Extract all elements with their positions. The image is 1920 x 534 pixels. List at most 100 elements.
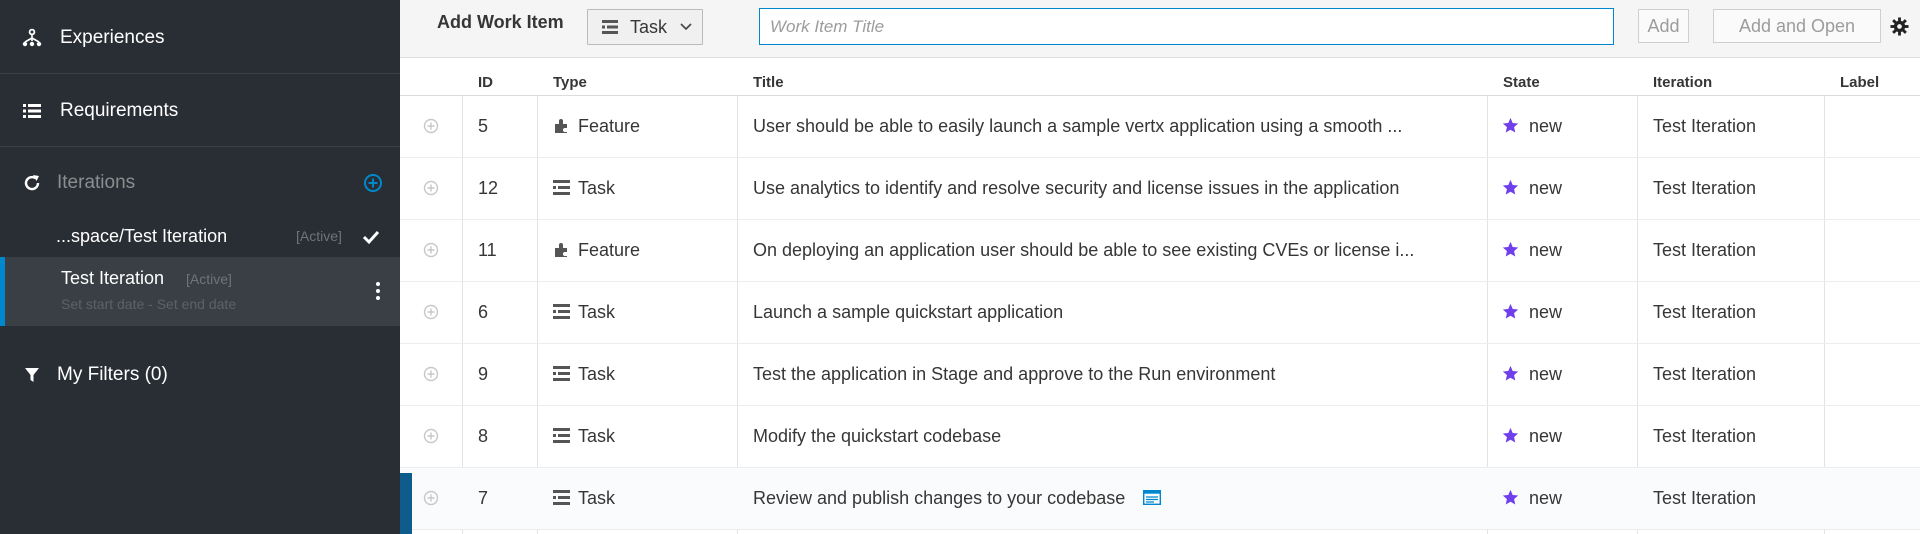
header-id[interactable]: ID xyxy=(478,74,493,91)
cell-iteration: Test Iteration xyxy=(1653,240,1757,260)
sidebar-item-experiences[interactable]: Experiences xyxy=(0,2,400,74)
star-icon xyxy=(1502,241,1519,257)
expand-row-icon[interactable] xyxy=(423,242,439,258)
cell-iteration: Test Iteration xyxy=(1653,302,1757,322)
cell-state: new xyxy=(1529,240,1563,260)
puzzle-icon xyxy=(555,243,567,257)
expand-row-icon[interactable] xyxy=(423,490,439,506)
sidebar-resize-handle[interactable] xyxy=(400,473,412,534)
cell-iteration: Test Iteration xyxy=(1653,178,1757,198)
sidebar-item-label: Requirements xyxy=(60,99,179,121)
sidebar: Experiences Requirements Iterations ...s… xyxy=(0,0,400,534)
cell-iteration: Test Iteration xyxy=(1653,116,1757,136)
sidebar-item-label: Iterations xyxy=(57,172,136,193)
cell-id: 5 xyxy=(478,116,489,136)
sidebar-item-label: My Filters (0) xyxy=(57,364,168,385)
cell-id: 9 xyxy=(478,364,489,384)
star-icon xyxy=(1502,489,1519,505)
star-icon xyxy=(1502,179,1519,195)
main-content: Add Work Item Task Add Add and Open xyxy=(400,0,1920,534)
iteration-row-selected[interactable]: Test Iteration [Active] Set start date -… xyxy=(0,257,400,326)
cell-type: Task xyxy=(578,364,616,384)
expand-row-icon[interactable] xyxy=(423,118,439,134)
cell-title[interactable]: Launch a sample quickstart application xyxy=(753,302,1063,323)
cell-title[interactable]: On deploying an application user should … xyxy=(753,240,1414,261)
cell-id: 11 xyxy=(478,240,497,260)
table-row[interactable]: 12 Task Use analytics to identify and reso… xyxy=(400,158,1920,220)
table-row[interactable]: 9 Task Test the application in Stage and a… xyxy=(400,344,1920,406)
toolbar-title: Add Work Item xyxy=(437,12,564,32)
header-type[interactable]: Type xyxy=(553,74,587,91)
expand-row-icon[interactable] xyxy=(423,180,439,196)
header-iteration[interactable]: Iteration xyxy=(1653,74,1712,91)
star-icon xyxy=(1502,427,1519,443)
task-icon xyxy=(553,490,570,505)
description-icon[interactable] xyxy=(1143,490,1161,505)
star-icon xyxy=(1502,365,1519,381)
puzzle-icon xyxy=(555,119,567,133)
task-icon xyxy=(553,180,570,195)
dropdown-value: Task xyxy=(630,17,668,37)
star-icon xyxy=(1502,303,1519,319)
expand-row-icon[interactable] xyxy=(423,366,439,382)
sitemap-icon xyxy=(22,28,42,46)
table-row[interactable]: 5 Feature User should be able to easily la… xyxy=(400,96,1920,158)
task-icon xyxy=(553,304,570,319)
task-icon xyxy=(553,366,570,381)
active-badge: [Active] xyxy=(296,228,342,244)
cell-title[interactable]: Modify the quickstart codebase xyxy=(753,426,1001,447)
header-label[interactable]: Label xyxy=(1840,74,1879,91)
cell-state: new xyxy=(1529,178,1563,198)
add-and-open-button[interactable]: Add and Open xyxy=(1713,9,1881,43)
iteration-name: ...space/Test Iteration xyxy=(56,226,228,246)
sidebar-item-label: Experiences xyxy=(60,26,165,48)
sidebar-item-requirements[interactable]: Requirements xyxy=(0,75,400,147)
cell-title[interactable]: User should be able to easily launch a s… xyxy=(753,116,1402,137)
star-icon xyxy=(1502,117,1519,133)
iteration-row[interactable]: ...space/Test Iteration [Active] xyxy=(0,222,400,254)
cell-state: new xyxy=(1529,364,1563,384)
table-row[interactable]: 8 Task Modify the quickstart codebase new Te… xyxy=(400,406,1920,468)
iteration-name: Test Iteration xyxy=(61,268,165,288)
expand-row-icon[interactable] xyxy=(423,428,439,444)
list-icon xyxy=(23,103,41,118)
table-row[interactable]: 11 Feature On deploying an application use… xyxy=(400,220,1920,282)
expand-row-icon[interactable] xyxy=(423,304,439,320)
cell-state: new xyxy=(1529,426,1563,446)
cell-title[interactable]: Test the application in Stage and approv… xyxy=(753,364,1275,385)
table-row[interactable]: 7 Task Review and publish changes to your … xyxy=(400,468,1920,530)
quick-add-toolbar: Add Work Item Task Add Add and Open xyxy=(400,0,1920,58)
sidebar-item-iterations[interactable]: Iterations xyxy=(0,148,400,218)
table-row[interactable]: 6 Task Launch a sample quickstart applicat… xyxy=(400,282,1920,344)
iteration-dates: Set start date - Set end date xyxy=(61,296,237,312)
chevron-down-icon xyxy=(680,23,692,31)
check-icon xyxy=(362,230,380,245)
cell-title[interactable]: Use analytics to identify and resolve se… xyxy=(753,178,1399,199)
cell-type: Task xyxy=(578,488,616,508)
cell-id: 8 xyxy=(478,426,489,446)
cell-title[interactable]: Review and publish changes to your codeb… xyxy=(753,488,1125,509)
add-iteration-icon[interactable] xyxy=(362,172,384,194)
work-item-type-dropdown[interactable]: Task xyxy=(587,9,703,45)
cell-iteration: Test Iteration xyxy=(1653,426,1757,446)
active-badge: [Active] xyxy=(186,271,232,287)
header-state[interactable]: State xyxy=(1503,74,1540,91)
add-button[interactable]: Add xyxy=(1638,9,1689,43)
cell-type: Task xyxy=(578,178,616,198)
sidebar-item-my-filters[interactable]: My Filters (0) xyxy=(0,340,400,410)
gear-icon[interactable] xyxy=(1890,17,1909,36)
cell-type: Task xyxy=(578,426,616,446)
cell-id: 6 xyxy=(478,302,489,322)
cell-state: new xyxy=(1529,488,1563,508)
task-icon xyxy=(602,20,618,34)
cell-type: Task xyxy=(578,302,616,322)
cell-state: new xyxy=(1529,116,1563,136)
cell-id: 7 xyxy=(478,488,489,508)
cell-type: Feature xyxy=(578,116,641,136)
header-title[interactable]: Title xyxy=(753,74,784,91)
work-item-title-input[interactable] xyxy=(759,8,1614,45)
task-icon xyxy=(553,428,570,443)
cell-iteration: Test Iteration xyxy=(1653,488,1757,508)
filter-icon xyxy=(25,368,39,382)
kebab-menu-icon[interactable] xyxy=(375,281,381,301)
